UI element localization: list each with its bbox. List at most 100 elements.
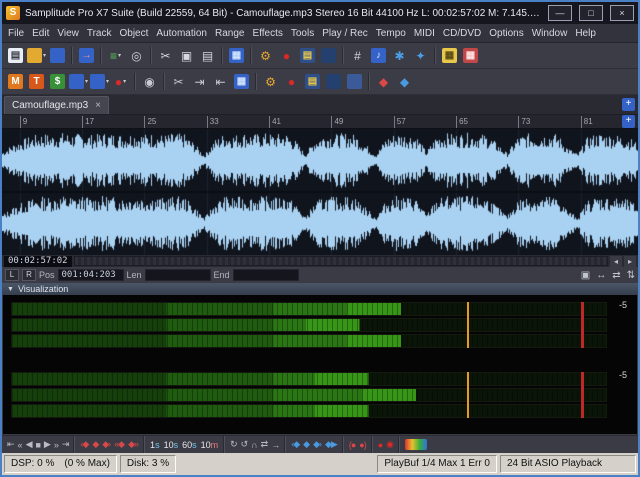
end-value-field[interactable] xyxy=(233,269,299,281)
scroll-right-button[interactable]: ▸ xyxy=(624,256,636,267)
track-mixer-icon[interactable] xyxy=(345,72,364,92)
menu-automation[interactable]: Automation xyxy=(152,28,211,39)
open-project-icon[interactable]: ▾ xyxy=(27,46,46,66)
minimize-button[interactable]: — xyxy=(548,5,572,21)
maximize-button[interactable]: □ xyxy=(579,5,603,21)
take-composer-icon[interactable]: ▦ xyxy=(440,46,459,66)
next-marker-button[interactable]: ◆› xyxy=(100,437,112,453)
save-project-icon[interactable] xyxy=(48,46,67,66)
menu-track[interactable]: Track xyxy=(83,28,116,39)
len-value-field[interactable] xyxy=(145,269,211,281)
load-object-icon[interactable]: ▾ xyxy=(90,72,109,92)
scroll-left-button[interactable]: ◂ xyxy=(610,256,622,267)
crossfade-editor-icon[interactable]: ✱ xyxy=(390,46,409,66)
range-start-marker-button[interactable]: «◆ xyxy=(112,437,126,453)
snap-icon[interactable]: ✦ xyxy=(411,46,430,66)
menu-play-rec[interactable]: Play / Rec xyxy=(318,28,372,39)
menu-midi[interactable]: MIDI xyxy=(410,28,439,39)
menu-file[interactable]: File xyxy=(4,28,28,39)
set-marker-button[interactable]: ◆ xyxy=(90,437,100,453)
horizontal-zoom-icon[interactable]: ↔ xyxy=(596,270,606,281)
solo-object-icon[interactable]: $ xyxy=(48,72,67,92)
left-channel-button[interactable]: L xyxy=(5,269,19,281)
play-range-button[interactable]: ◆▶ xyxy=(323,437,339,453)
time-grid-icon[interactable]: # xyxy=(348,46,367,66)
stop-button[interactable]: ■ xyxy=(33,437,41,453)
mute-object-icon[interactable]: M xyxy=(6,72,25,92)
menu-options[interactable]: Options xyxy=(485,28,527,39)
spectral-editor-icon[interactable]: ▦ xyxy=(461,46,480,66)
record-mode-icon[interactable]: ●▾ xyxy=(111,72,130,92)
zoom-10s-button[interactable]: 10s xyxy=(162,437,181,453)
manager-list-icon[interactable]: ≡▾ xyxy=(106,46,125,66)
object-editor-icon[interactable]: ▦ xyxy=(232,72,251,92)
tab-camouflage[interactable]: Camouflage.mp3 × xyxy=(4,96,109,114)
menu-edit[interactable]: Edit xyxy=(28,28,53,39)
mixer-open-icon[interactable] xyxy=(324,72,343,92)
visualization-settings-icon[interactable]: ▤ xyxy=(303,72,322,92)
playback-options-icon[interactable]: ▤ xyxy=(298,46,317,66)
play-loop-button[interactable]: ∩ xyxy=(249,437,258,453)
shuffle-play-button[interactable]: ⇄ xyxy=(259,437,270,453)
record-pause-button[interactable]: ◉ xyxy=(384,437,395,453)
right-channel-button[interactable]: R xyxy=(22,269,36,281)
play-marker-icon[interactable]: ◆ xyxy=(395,72,414,92)
effects-gear-icon[interactable]: ⚙ xyxy=(261,72,280,92)
collapse-visualization-icon[interactable]: ▼ xyxy=(7,286,14,293)
ruler-add-button[interactable]: + xyxy=(622,115,635,128)
copy-icon[interactable]: ▣ xyxy=(177,46,196,66)
menu-view[interactable]: View xyxy=(53,28,83,39)
record-options-icon[interactable]: ● xyxy=(282,72,301,92)
timeline-ruler[interactable]: + 9172533414957657381 xyxy=(2,115,638,129)
range-end-marker-button[interactable]: ◆» xyxy=(126,437,140,453)
record-icon[interactable]: ● xyxy=(277,46,296,66)
forward-button[interactable]: » xyxy=(52,437,60,453)
store-range-button[interactable]: ◆ xyxy=(301,437,311,453)
zoom-10m-button[interactable]: 10m xyxy=(199,437,221,453)
add-tab-button[interactable]: + xyxy=(622,98,635,111)
menu-help[interactable]: Help xyxy=(571,28,600,39)
goto-end-button[interactable]: ⇥ xyxy=(60,437,71,453)
menu-range[interactable]: Range xyxy=(211,28,248,39)
export-audio-icon[interactable]: → xyxy=(77,46,96,66)
tab-close-icon[interactable]: × xyxy=(95,100,101,111)
menu-object[interactable]: Object xyxy=(116,28,153,39)
punch-out-button[interactable]: ●) xyxy=(357,437,367,453)
settings-gear-icon[interactable]: ⚙ xyxy=(256,46,275,66)
loop-playback-button[interactable]: ↻ xyxy=(228,437,239,453)
waveform-canvas[interactable] xyxy=(2,129,638,255)
play-once-button[interactable]: → xyxy=(269,437,281,453)
zoom-1s-button[interactable]: 1s xyxy=(148,437,162,453)
paste-icon[interactable]: ▤ xyxy=(198,46,217,66)
spectroscope-button[interactable] xyxy=(403,437,429,453)
goto-start-button[interactable]: ⇤ xyxy=(5,437,16,453)
range-marker-icon[interactable]: ◆ xyxy=(374,72,393,92)
prev-range-button[interactable]: ‹◆ xyxy=(289,437,301,453)
menu-cd-dvd[interactable]: CD/DVD xyxy=(439,28,485,39)
new-project-icon[interactable]: ▤ xyxy=(6,46,25,66)
loop-range-button[interactable]: ↺ xyxy=(239,437,250,453)
next-range-button[interactable]: ◆› xyxy=(311,437,323,453)
copy-object-icon[interactable]: ⇥ xyxy=(190,72,209,92)
prev-marker-button[interactable]: ‹◆ xyxy=(78,437,90,453)
split-object-icon[interactable]: ✂ xyxy=(169,72,188,92)
trim-object-icon[interactable]: T xyxy=(27,72,46,92)
zoom-60s-button[interactable]: 60s xyxy=(180,437,199,453)
close-button[interactable]: × xyxy=(610,5,634,21)
waveform-area[interactable] xyxy=(2,129,638,255)
grid-view-icon[interactable]: ▣ xyxy=(581,270,590,281)
punch-in-button[interactable]: (● xyxy=(347,437,357,453)
monitoring-icon[interactable]: ◉ xyxy=(140,72,159,92)
paste-object-icon[interactable]: ⇤ xyxy=(211,72,230,92)
midi-editor-icon[interactable]: ♪ xyxy=(369,46,388,66)
menu-tools[interactable]: Tools xyxy=(287,28,318,39)
menu-tempo[interactable]: Tempo xyxy=(372,28,410,39)
video-window-icon[interactable]: ▦ xyxy=(227,46,246,66)
rewind-button[interactable]: « xyxy=(16,437,24,453)
save-object-icon[interactable]: ▾ xyxy=(69,72,88,92)
play-reverse-button[interactable]: ◀ xyxy=(24,437,34,453)
cut-icon[interactable]: ✂ xyxy=(156,46,175,66)
pos-value-field[interactable]: 001:04:203 xyxy=(58,269,124,281)
visualization-header[interactable]: ▼ Visualization xyxy=(2,283,638,295)
menu-effects[interactable]: Effects xyxy=(248,28,286,39)
